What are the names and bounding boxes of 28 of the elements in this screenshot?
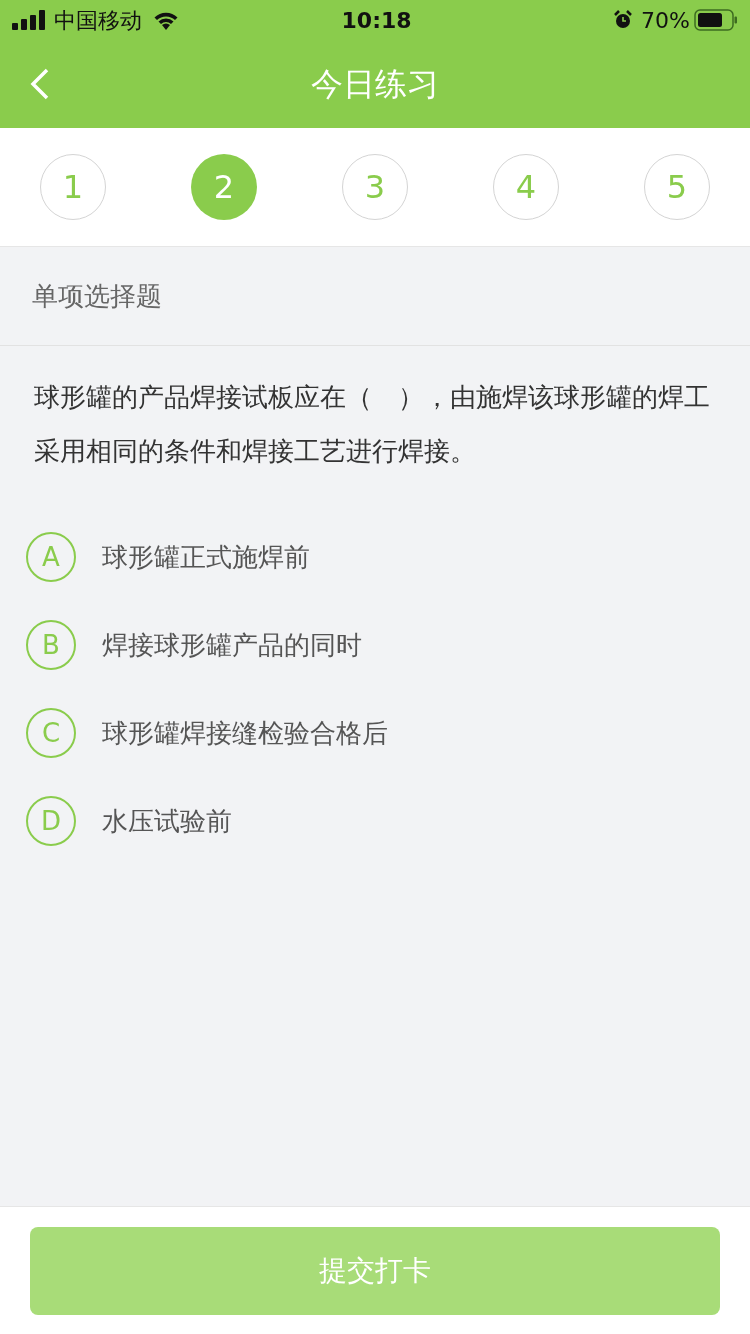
question-number-tab[interactable]: 3 <box>342 154 408 220</box>
option-letter: C <box>26 708 76 758</box>
question-number-tab[interactable]: 1 <box>40 154 106 220</box>
alarm-icon <box>613 10 634 30</box>
option-letter: D <box>26 796 76 846</box>
option-letter: B <box>26 620 76 670</box>
option-text: 球形罐正式施焊前 <box>102 540 310 574</box>
question-number-tab[interactable]: 5 <box>644 154 710 220</box>
answer-option[interactable]: D 水压试验前 <box>26 796 724 846</box>
battery-percent: 70% <box>641 6 690 35</box>
clock-time: 10:18 <box>341 6 412 35</box>
answer-option[interactable]: A 球形罐正式施焊前 <box>26 532 724 582</box>
question-type: 单项选择题 <box>32 279 162 313</box>
question-number-tab[interactable]: 2 <box>191 154 257 220</box>
chevron-left-icon <box>30 68 50 100</box>
signal-icon <box>12 10 48 30</box>
question-text: 球形罐的产品焊接试板应在（ ），由施焊该球形罐的焊工采用相同的条件和焊接工艺进行焊接。 <box>33 381 711 468</box>
carrier-name: 中国移动 <box>54 6 142 35</box>
wifi-icon <box>152 10 180 30</box>
page-title: 今日练习 <box>311 64 439 105</box>
battery-icon <box>694 9 738 31</box>
answer-option[interactable]: C 球形罐焊接缝检验合格后 <box>26 708 724 758</box>
option-letter: A <box>26 532 76 582</box>
option-text: 球形罐焊接缝检验合格后 <box>102 716 388 750</box>
answer-option[interactable]: B 焊接球形罐产品的同时 <box>26 620 724 670</box>
question-number-tab[interactable]: 4 <box>493 154 559 220</box>
option-text: 焊接球形罐产品的同时 <box>102 628 362 662</box>
option-text: 水压试验前 <box>102 804 232 838</box>
